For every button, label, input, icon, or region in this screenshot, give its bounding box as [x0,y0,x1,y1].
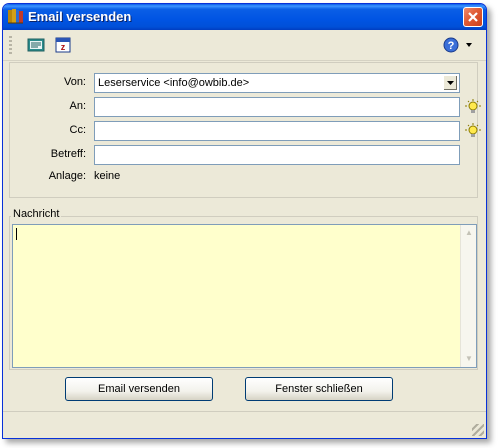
svg-text:?: ? [448,40,455,52]
von-label: Von: [63,76,86,88]
von-dropdown-button[interactable] [443,75,458,91]
header-fields: Von: Leserservice <info@owbib.de> An: Cc… [9,62,481,198]
chevron-down-icon [447,81,454,85]
message-scrollbar[interactable]: ▲ ▼ [460,225,476,367]
message-caption: Nachricht [11,208,62,220]
address-book-icon[interactable] [27,36,45,54]
send-email-button[interactable]: Email versenden [65,377,213,401]
cc-field[interactable] [94,121,460,141]
cc-label: Cc: [69,124,87,136]
calendar-icon[interactable]: z [54,36,72,54]
anlage-label: Anlage: [48,170,86,182]
chevron-down-icon[interactable] [465,42,473,48]
scroll-up-icon[interactable]: ▲ [462,226,476,240]
lightbulb-icon[interactable] [465,123,481,139]
help-icon[interactable]: ? [443,37,459,53]
close-icon [468,12,478,22]
toolbar-grip[interactable] [9,36,12,54]
anlage-value: keine [94,170,121,182]
an-label: An: [69,100,86,112]
text-caret [16,228,17,240]
toolbar: z ? [3,30,486,61]
book-icon [8,9,23,24]
lightbulb-icon[interactable] [465,99,481,115]
an-field[interactable] [94,97,460,117]
close-window-button[interactable] [463,7,483,27]
close-dialog-button[interactable]: Fenster schließen [245,377,393,401]
von-select[interactable]: Leserservice <info@owbib.de> [94,73,460,93]
betreff-field[interactable] [94,145,460,165]
scroll-down-icon[interactable]: ▼ [462,352,476,366]
status-bar [3,411,486,438]
svg-text:z: z [61,42,66,52]
email-dialog: Email versenden z ? Von: Leserservice <i… [2,3,487,439]
von-value: Leserservice <info@owbib.de> [98,77,250,89]
message-textarea[interactable]: ▲ ▼ [12,224,477,368]
resize-grip[interactable] [472,424,484,436]
title-bar[interactable]: Email versenden [3,4,486,30]
window-title: Email versenden [28,9,132,24]
betreff-label: Betreff: [50,148,86,160]
